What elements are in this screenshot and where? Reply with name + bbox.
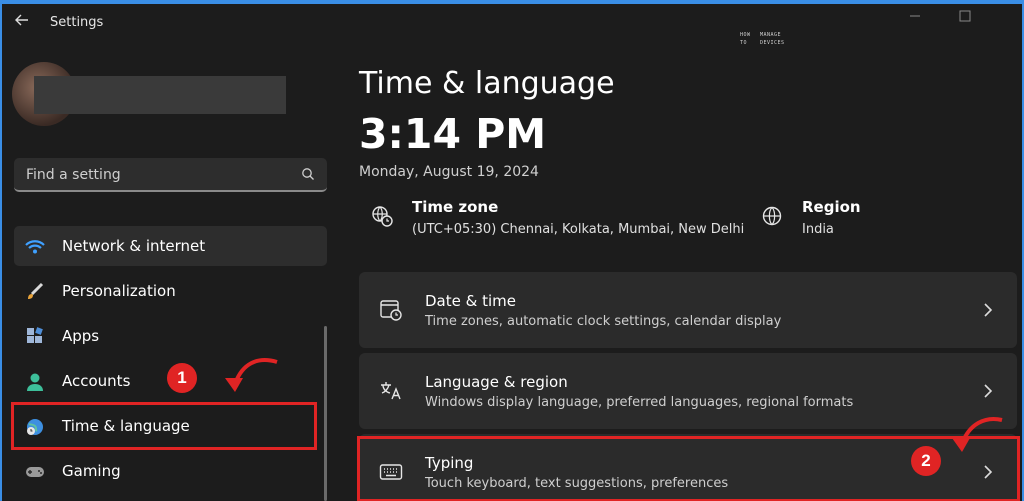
search-icon: [302, 168, 314, 180]
minimize-button[interactable]: [907, 10, 923, 26]
sidebar-item-gaming[interactable]: Gaming: [14, 451, 327, 491]
current-time: 3:14 PM: [359, 110, 547, 158]
sidebar-item-network[interactable]: Network & internet: [14, 226, 327, 266]
time-zone-value: (UTC+05:30) Chennai, Kolkata, Mumbai, Ne…: [412, 222, 745, 237]
sidebar-scrollbar[interactable]: [324, 326, 327, 501]
search-input[interactable]: Find a setting: [14, 158, 327, 192]
sidebar-item-apps[interactable]: Apps: [14, 316, 327, 356]
app-title: Settings: [50, 15, 104, 30]
sidebar-item-label: Apps: [62, 327, 100, 345]
calendar-clock-icon: [380, 300, 402, 321]
chevron-right-icon: [984, 384, 993, 398]
globe-icon: [762, 206, 782, 226]
card-date-time[interactable]: Date & time Time zones, automatic clock …: [359, 272, 1017, 348]
brush-icon: [28, 282, 44, 299]
annotation-arrow-1: [225, 358, 278, 392]
back-button[interactable]: [12, 12, 32, 32]
language-icon: [381, 382, 401, 400]
minimize-icon: [910, 15, 920, 17]
apps-icon: [27, 327, 43, 343]
search-placeholder: Find a setting: [26, 167, 121, 183]
region-info: Region India: [760, 198, 960, 242]
title-bar: Settings: [2, 4, 1022, 44]
globe-clock-icon: [372, 206, 393, 227]
page-title: Time & language: [359, 66, 615, 101]
gamepad-icon: [26, 467, 44, 477]
sidebar-item-label: Personalization: [62, 282, 176, 300]
card-language-region[interactable]: Language & region Windows display langua…: [359, 353, 1017, 429]
profile-name-redacted: [34, 76, 286, 114]
watermark-text: TO: [740, 40, 748, 46]
watermark-text: MANAGE: [760, 32, 782, 38]
region-title: Region: [802, 198, 861, 216]
current-date: Monday, August 19, 2024: [359, 164, 539, 180]
person-icon: [27, 373, 43, 391]
card-subtitle: Windows display language, preferred lang…: [425, 395, 854, 410]
watermark-text: DEVICES: [760, 40, 785, 46]
highlight-time-language: [11, 402, 317, 450]
time-zone-title: Time zone: [412, 198, 499, 216]
wifi-icon: [25, 240, 45, 254]
region-value: India: [802, 222, 834, 237]
card-title: Date & time: [425, 292, 516, 310]
maximize-button[interactable]: [957, 10, 973, 26]
step-badge-2: 2: [911, 446, 941, 476]
sidebar-item-label: Accounts: [62, 372, 131, 390]
time-zone-info: Time zone (UTC+05:30) Chennai, Kolkata, …: [370, 198, 750, 242]
arrow-left-icon: [15, 14, 28, 26]
watermark-text: HOW: [740, 32, 751, 38]
sidebar-item-label: Network & internet: [62, 237, 206, 255]
card-subtitle: Time zones, automatic clock settings, ca…: [425, 314, 782, 329]
chevron-right-icon: [984, 303, 993, 317]
annotation-arrow-2: [952, 417, 1003, 452]
watermark-logo: HOW MANAGE TO DEVICES: [740, 31, 800, 53]
sidebar-item-label: Gaming: [62, 462, 121, 480]
step-badge-1: 1: [167, 363, 197, 393]
card-title: Language & region: [425, 373, 568, 391]
maximize-icon: [959, 10, 971, 22]
sidebar-item-personalization[interactable]: Personalization: [14, 271, 327, 311]
